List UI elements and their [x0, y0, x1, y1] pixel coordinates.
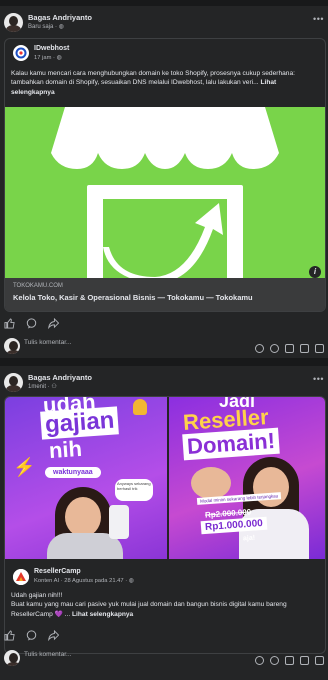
- page-avatar[interactable]: [13, 45, 29, 61]
- promo-tag: waktunyaaa: [45, 467, 101, 478]
- comment-row: Tulis komentar...: [4, 650, 324, 668]
- feed-post: Bagas Andriyanto Baru saja · ◍ ••• IDweb…: [0, 6, 328, 358]
- store-logo-icon: [5, 107, 325, 278]
- promo-image-left[interactable]: udah gajian nih waktunyaaa ⚡ Anyways sek…: [5, 397, 167, 559]
- post-text: Kalau kamu mencari cara menghubungkan do…: [11, 69, 317, 97]
- avatar-sticker-icon[interactable]: [255, 656, 264, 666]
- sticker-icon[interactable]: [315, 656, 324, 666]
- camera-icon[interactable]: [285, 344, 294, 354]
- page-name[interactable]: IDwebhost: [34, 45, 69, 52]
- comment-input[interactable]: Tulis komentar...: [24, 651, 71, 658]
- group-icon: ⚇: [51, 384, 57, 390]
- link-preview-image[interactable]: [5, 107, 325, 278]
- avatar[interactable]: [4, 13, 23, 32]
- globe-icon: ◍: [128, 578, 134, 584]
- purple-heart-icon: 💜: [54, 610, 63, 618]
- promo-line: gajian: [40, 406, 120, 440]
- comment-tools: [249, 652, 324, 670]
- post-header: Bagas Andriyanto Baru saja · ◍ •••: [4, 12, 328, 40]
- lightning-icon: ⚡: [13, 457, 36, 477]
- post-time[interactable]: Baru saja · ◍: [28, 23, 64, 30]
- shared-time-text[interactable]: Konten AI · 28 Agustus pada 21.47: [34, 578, 124, 584]
- camera-icon[interactable]: [285, 656, 294, 666]
- hand-graphic: [191, 467, 231, 499]
- link-title[interactable]: Kelola Toko, Kasir & Operasional Bisnis …: [13, 293, 253, 302]
- shared-post-card[interactable]: udah gajian nih waktunyaaa ⚡ Anyways sek…: [4, 396, 326, 654]
- avatar: [4, 338, 20, 354]
- shared-time-text[interactable]: 17 jam: [34, 55, 51, 61]
- sticker-icon[interactable]: [315, 344, 324, 354]
- share-icon[interactable]: [48, 316, 60, 334]
- more-options-icon[interactable]: •••: [313, 14, 324, 24]
- comment-icon[interactable]: [26, 628, 37, 646]
- see-more-link[interactable]: Lihat selengkapnya: [72, 611, 133, 618]
- post-body: Buat kamu yang mau cari pasive yuk mulai…: [11, 601, 287, 618]
- avatar: [4, 650, 20, 666]
- more-options-icon[interactable]: •••: [313, 374, 324, 384]
- price-suffix: aja!: [242, 534, 256, 543]
- like-icon[interactable]: [4, 628, 15, 646]
- comment-row: Tulis komentar...: [4, 338, 324, 356]
- idwebhost-logo-icon: [13, 45, 29, 61]
- page-avatar[interactable]: [13, 569, 29, 585]
- page-name[interactable]: ResellerCamp: [34, 568, 81, 575]
- post-actions: [4, 628, 84, 642]
- phone-icon: [109, 505, 129, 539]
- link-preview-footer[interactable]: TOKOKAMU.COM Kelola Toko, Kasir & Operas…: [5, 278, 325, 311]
- info-icon[interactable]: i: [309, 266, 321, 278]
- post-text: Udah gajian nih!!! Buat kamu yang mau ca…: [11, 591, 321, 619]
- share-icon[interactable]: [48, 628, 60, 646]
- promo-image-right[interactable]: Jadi Reseller Domain! Modal minim sekara…: [169, 397, 325, 559]
- post-line-2: Buat kamu yang mau cari pasive yuk mulai…: [11, 601, 287, 618]
- feed-post: Bagas Andriyanto 1menit · ⚇ ••• udah gaj…: [0, 366, 328, 680]
- person-face: [253, 467, 289, 507]
- emoji-icon[interactable]: [270, 344, 279, 354]
- shared-time[interactable]: Konten AI · 28 Agustus pada 21.47 · ◍: [34, 578, 134, 584]
- gif-icon[interactable]: [300, 344, 309, 354]
- promo-line: Domain!: [182, 427, 280, 461]
- comment-input[interactable]: Tulis komentar...: [24, 339, 71, 346]
- post-actions: [4, 316, 84, 330]
- post-line: Udah gajian nih!!!: [11, 592, 63, 599]
- shared-post-card[interactable]: IDwebhost 17 jam · ◍ Kalau kamu mencari …: [4, 38, 326, 312]
- post-time-text[interactable]: 1menit: [28, 384, 46, 390]
- avatar-sticker-icon[interactable]: [255, 344, 264, 354]
- emoji-icon[interactable]: [270, 656, 279, 666]
- author-name[interactable]: Bagas Andriyanto: [28, 373, 92, 382]
- person-face: [65, 497, 101, 537]
- comment-tools: [249, 340, 324, 358]
- shared-time[interactable]: 17 jam · ◍: [34, 55, 62, 61]
- resellercamp-logo-icon: [13, 569, 29, 585]
- avatar[interactable]: [4, 373, 23, 392]
- post-time-text[interactable]: Baru saja: [28, 24, 53, 30]
- globe-icon: ◍: [58, 24, 64, 30]
- like-icon[interactable]: [4, 316, 15, 334]
- comment-icon[interactable]: [26, 316, 37, 334]
- promo-line: nih: [48, 435, 83, 464]
- globe-icon: ◍: [56, 55, 62, 61]
- post-time[interactable]: 1menit · ⚇: [28, 383, 57, 390]
- bell-icon: [133, 399, 147, 415]
- link-domain: TOKOKAMU.COM: [13, 283, 63, 289]
- speech-bubble: Anyways sekarang berhasil trik: [115, 479, 153, 501]
- gif-icon[interactable]: [300, 656, 309, 666]
- author-name[interactable]: Bagas Andriyanto: [28, 13, 92, 22]
- post-body: Kalau kamu mencari cara menghubungkan do…: [11, 70, 295, 87]
